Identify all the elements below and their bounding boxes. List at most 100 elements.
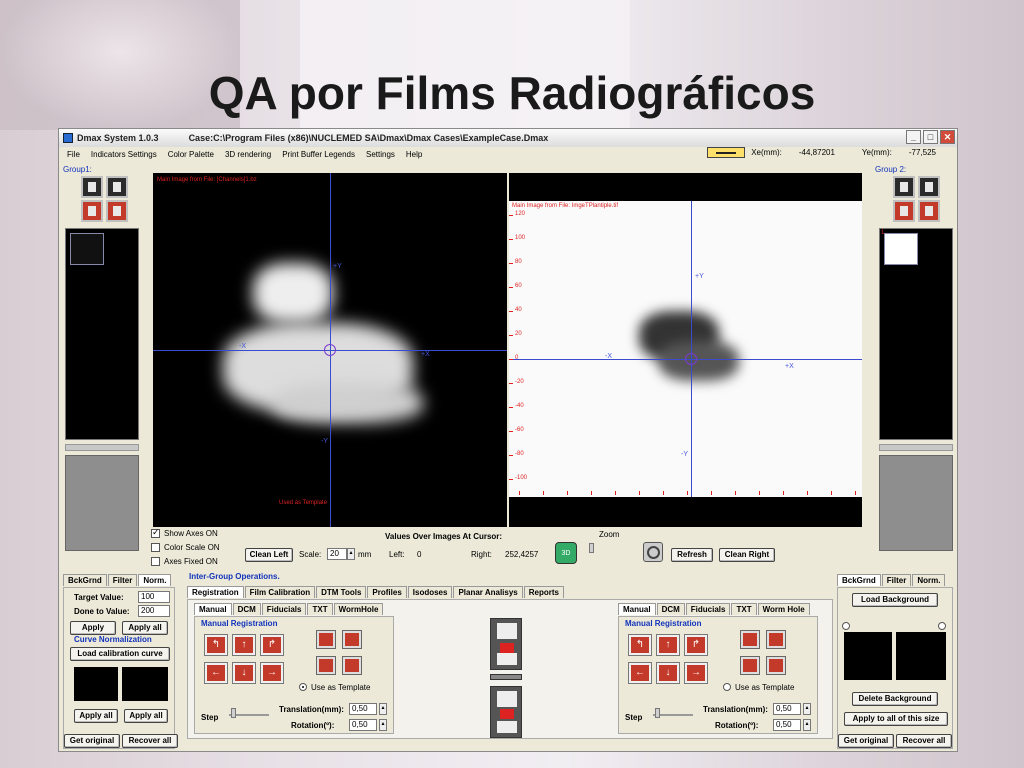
left-translation-input[interactable]: 0,50 [349,703,377,715]
left-rotation-spinner[interactable]: ▴ [379,719,387,731]
scale-spinner[interactable]: ▴ [347,548,355,560]
load-curve-button[interactable]: Load calibration curve [70,647,170,661]
show-axes-checkbox[interactable] [151,527,160,538]
subtab-manual-right[interactable]: Manual [618,603,656,615]
move-up-icon[interactable]: ↑ [656,634,680,656]
rotate-cw-icon[interactable]: ↱ [684,634,708,656]
open-image-icon[interactable] [892,176,915,198]
subtab-txt-right[interactable]: TXT [731,603,757,615]
menu-3d-rendering[interactable]: 3D rendering [225,150,271,159]
right-step-slider[interactable] [655,708,660,718]
load-background-button[interactable]: Load Background [852,593,938,607]
open-image-icon[interactable] [80,176,103,198]
target-value-input[interactable]: 100 [138,591,170,603]
menu-file[interactable]: File [67,150,80,159]
flip-v-icon[interactable] [342,656,362,675]
tab-profiles[interactable]: Profiles [367,586,407,598]
left-thumbnail[interactable] [70,233,104,265]
subtab-wormhole-right[interactable]: Worm Hole [757,603,810,615]
flip-v-icon[interactable] [766,656,786,675]
maximize-icon[interactable]: □ [923,130,938,144]
delete-image-icon[interactable] [892,200,915,222]
apply-all-size-button[interactable]: Apply to all of this size [844,712,948,726]
bg-left-radio[interactable] [842,622,850,630]
move-left-icon[interactable]: ← [628,662,652,684]
bg-right-radio[interactable] [938,622,946,630]
transfer-down-panel[interactable] [490,686,522,738]
subtab-dcm-right[interactable]: DCM [656,603,685,615]
subtab-wormhole[interactable]: WormHole [333,603,384,615]
flip-a-icon[interactable] [740,630,760,649]
move-up-icon[interactable]: ↑ [232,634,256,656]
right-translation-spinner[interactable]: ▴ [803,703,811,715]
menu-settings[interactable]: Settings [366,150,395,159]
menu-color-palette[interactable]: Color Palette [168,150,214,159]
refresh-button[interactable]: Refresh [671,548,713,562]
flip-h-icon[interactable] [740,656,760,675]
flip-h-icon[interactable] [316,656,336,675]
apply-button[interactable]: Apply [70,621,116,635]
tab-norm[interactable]: Norm. [138,574,172,586]
right-thumbnail[interactable] [884,233,918,265]
left-translation-spinner[interactable]: ▴ [379,703,387,715]
menu-indicators[interactable]: Indicators Settings [91,150,157,159]
tab-bckgrnd-right[interactable]: BckGrnd [837,574,881,586]
3d-render-icon[interactable]: 3D [555,542,577,564]
zoom-icon[interactable] [643,542,663,562]
zoom-slider[interactable] [589,543,594,553]
delete-image-icon[interactable] [80,200,103,222]
add-image-icon[interactable] [917,176,940,198]
color-scale-checkbox[interactable] [151,543,160,552]
subtab-fiducials-right[interactable]: Fiducials [685,603,731,615]
subtab-fiducials[interactable]: Fiducials [261,603,307,615]
tab-registration[interactable]: Registration [187,586,244,598]
delete-background-button[interactable]: Delete Background [852,692,938,706]
left-use-template-radio[interactable] [299,683,307,691]
subtab-dcm[interactable]: DCM [232,603,261,615]
subtab-txt[interactable]: TXT [307,603,333,615]
minimize-icon[interactable]: _ [906,130,921,144]
clean-right-button[interactable]: Clean Right [719,548,775,562]
tab-norm-right[interactable]: Norm. [912,574,946,586]
recover-all-right-button[interactable]: Recover all [896,734,952,748]
right-translation-input[interactable]: 0,50 [773,703,801,715]
move-right-icon[interactable]: → [260,662,284,684]
delete-all-icon[interactable] [917,200,940,222]
apply-all-left-button[interactable]: Apply all [74,709,118,723]
flip-a-icon[interactable] [316,630,336,649]
close-icon[interactable]: ✕ [940,130,955,144]
rotate-ccw-icon[interactable]: ↰ [628,634,652,656]
tab-isodoses[interactable]: Isodoses [407,586,453,598]
move-down-icon[interactable]: ↓ [656,662,680,684]
delete-all-icon[interactable] [105,200,128,222]
apply-all-right-button[interactable]: Apply all [124,709,168,723]
tab-filter[interactable]: Filter [107,574,138,586]
menu-help[interactable]: Help [406,150,422,159]
rotate-ccw-icon[interactable]: ↰ [204,634,228,656]
move-left-icon[interactable]: ← [204,662,228,684]
axes-fixed-checkbox[interactable] [151,557,160,566]
clean-left-button[interactable]: Clean Left [245,548,293,562]
left-image-viewer[interactable]: Main Image from File: [Channels]1.bz +Y … [153,173,507,527]
flip-b-icon[interactable] [342,630,362,649]
left-list-scrollbar[interactable] [65,444,139,451]
tab-reports[interactable]: Reports [523,586,564,598]
get-original-left-button[interactable]: Get original [64,734,120,748]
right-rotation-spinner[interactable]: ▴ [803,719,811,731]
tab-film-calibration[interactable]: Film Calibration [244,586,316,598]
move-right-icon[interactable]: → [684,662,708,684]
tab-dtm-tools[interactable]: DTM Tools [316,586,367,598]
add-image-icon[interactable] [105,176,128,198]
right-use-template-radio[interactable] [723,683,731,691]
flip-b-icon[interactable] [766,630,786,649]
left-step-slider[interactable] [231,708,236,718]
tab-bckgrnd[interactable]: BckGrnd [63,574,107,586]
subtab-manual[interactable]: Manual [194,603,232,615]
scale-input[interactable]: 20 [327,548,347,560]
right-image-viewer[interactable]: Main Image from File: ImgeTPlantiple.tif… [509,173,862,527]
right-rotation-input[interactable]: 0,50 [773,719,801,731]
recover-all-left-button[interactable]: Recover all [122,734,178,748]
menu-print-legends[interactable]: Print Buffer Legends [282,150,355,159]
left-rotation-input[interactable]: 0,50 [349,719,377,731]
apply-all-button[interactable]: Apply all [122,621,168,635]
